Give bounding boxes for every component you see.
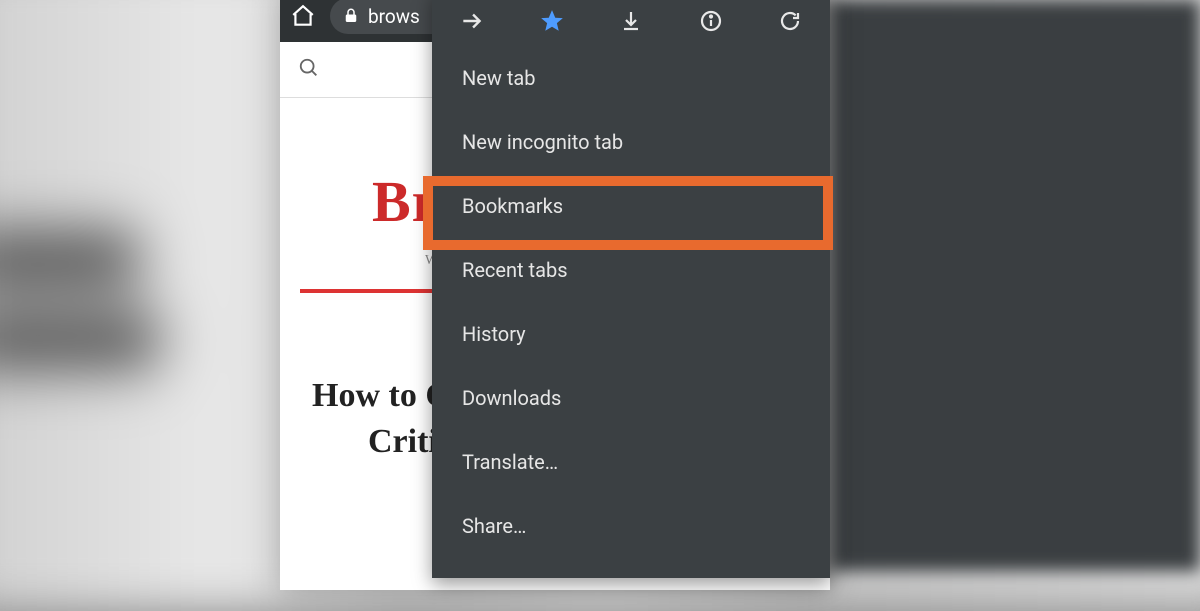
menu-item-share[interactable]: Share… bbox=[432, 494, 830, 558]
download-icon[interactable] bbox=[617, 7, 645, 35]
menu-item-history[interactable]: History bbox=[432, 302, 830, 366]
menu-item-new-incognito-tab[interactable]: New incognito tab bbox=[432, 110, 830, 174]
menu-item-new-tab[interactable]: New tab bbox=[432, 46, 830, 110]
menu-item-bookmarks[interactable]: Bookmarks bbox=[432, 174, 830, 238]
menu-icon-row bbox=[432, 0, 830, 46]
bookmark-star-icon[interactable] bbox=[538, 7, 566, 35]
menu-items: New tab New incognito tab Bookmarks Rece… bbox=[432, 46, 830, 578]
browser-overflow-menu: New tab New incognito tab Bookmarks Rece… bbox=[432, 0, 830, 578]
address-text: brows bbox=[368, 5, 420, 28]
refresh-icon[interactable] bbox=[776, 7, 804, 35]
search-icon bbox=[298, 57, 320, 83]
menu-item-translate[interactable]: Translate… bbox=[432, 430, 830, 494]
lock-icon bbox=[342, 7, 360, 25]
menu-item-recent-tabs[interactable]: Recent tabs bbox=[432, 238, 830, 302]
home-icon[interactable] bbox=[290, 3, 316, 29]
info-icon[interactable] bbox=[697, 7, 725, 35]
forward-icon[interactable] bbox=[458, 7, 486, 35]
menu-item-downloads[interactable]: Downloads bbox=[432, 366, 830, 430]
background-dark-right bbox=[830, 0, 1200, 571]
